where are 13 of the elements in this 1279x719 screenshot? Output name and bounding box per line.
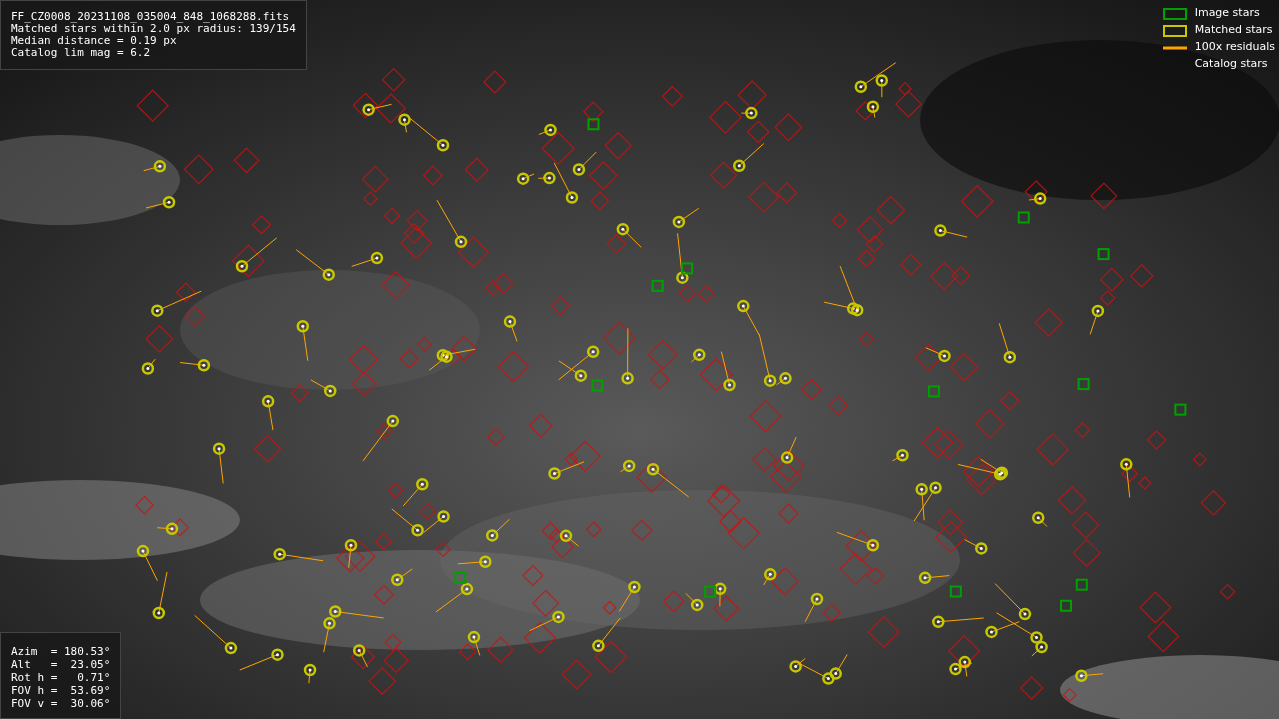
info-text: Catalog lim mag = 6.2 xyxy=(11,47,152,59)
info-text: FOV v = 30.06° xyxy=(11,697,111,710)
legend-label: Catalog stars xyxy=(1194,56,1268,73)
info-text: FOV h = 53.69° xyxy=(11,684,111,697)
info-text: FF_CZ0008_20231108_035004_848_1068288.fits xyxy=(11,11,291,23)
legend-label: Image stars xyxy=(1194,5,1260,22)
info-text: Azim = 180.53° xyxy=(11,645,111,658)
legend-label: 100x residuals xyxy=(1194,39,1275,56)
info-text: Median distance = 0.19 px xyxy=(11,35,178,47)
info-text: Rot h = 0.71° xyxy=(11,671,111,684)
legend-label: Matched stars xyxy=(1194,22,1273,39)
info-text: Alt = 23.05° xyxy=(11,658,111,671)
info-text: Matched stars within 2.0 px radius: 139/154 xyxy=(11,23,296,35)
